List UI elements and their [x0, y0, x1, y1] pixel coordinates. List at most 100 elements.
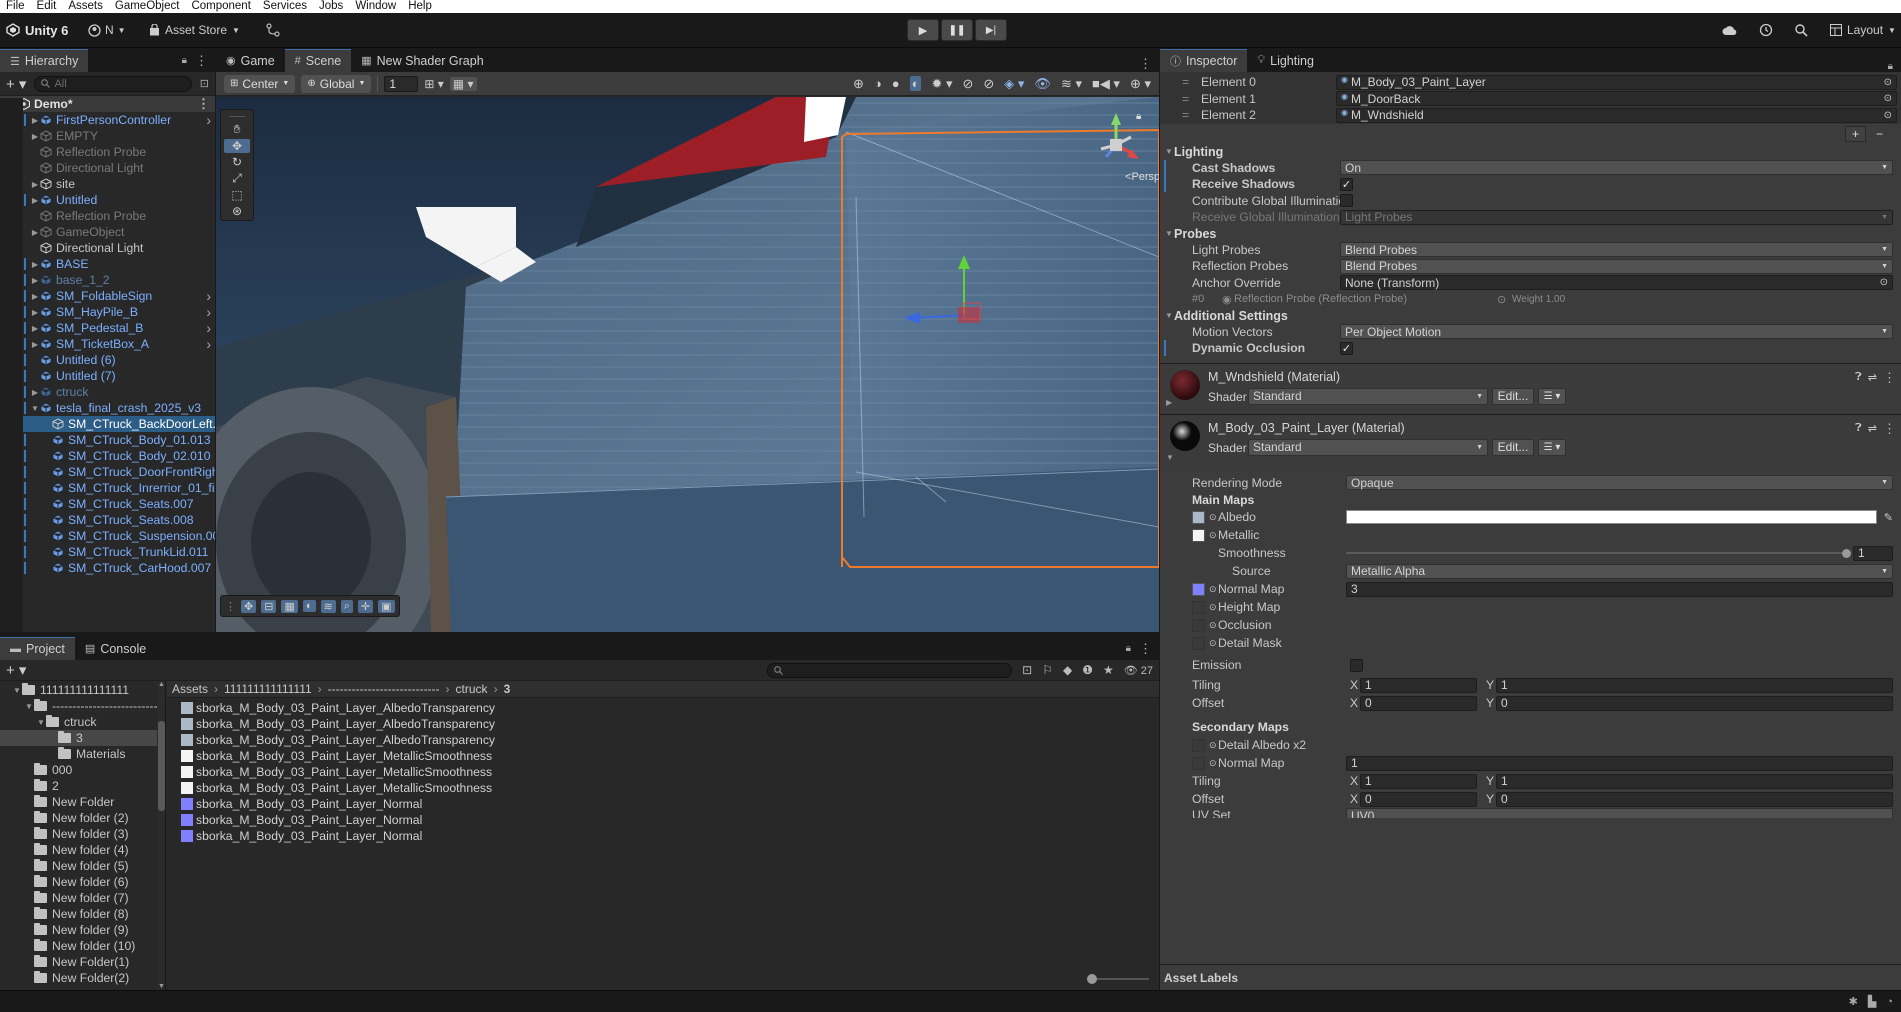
wireframe-icon[interactable]: ⊕ [853, 76, 864, 92]
object-picker-icon[interactable]: ⊙ [1880, 277, 1888, 288]
detail-albedo-texture-slot[interactable] [1192, 738, 1205, 752]
tab-hierarchy[interactable]: ☰ Hierarchy [0, 49, 89, 72]
chevron-right-icon[interactable]: ▶ [1166, 398, 1172, 407]
hierarchy-item[interactable]: SM_CTruck_Inrerrior_01_fixed [0, 480, 215, 496]
info-icon[interactable]: ❶ [1082, 663, 1093, 677]
normal-texture-slot[interactable] [1192, 582, 1205, 596]
debug-draw-icon[interactable]: ✹ ▾ [931, 76, 952, 92]
occlusion-texture-slot[interactable] [1192, 618, 1205, 632]
picker-dot-icon[interactable]: ⊙ [1209, 638, 1217, 649]
reflection-probes-dropdown[interactable]: Blend Probes ▼ [1340, 258, 1893, 274]
hierarchy-item[interactable]: SM_CTruck_BackDoorLeft.012 [0, 416, 215, 432]
asset-store-dropdown[interactable]: Asset Store ▼ [149, 19, 240, 41]
hidden-packages-icon[interactable]: 👁︎ 27 [1124, 664, 1153, 677]
albedo-color-field[interactable] [1346, 510, 1877, 524]
shader-dropdown[interactable]: Standard ▼ [1248, 438, 1488, 456]
hierarchy-item[interactable]: Directional Light [0, 160, 215, 176]
picker-dot-icon[interactable]: ⊙ [1209, 740, 1217, 751]
detail-normal-texture-slot[interactable] [1192, 756, 1205, 770]
add-icon[interactable]: + ▾ [6, 75, 26, 93]
open-prefab-icon[interactable]: › [206, 112, 211, 128]
tab-new-shader-graph[interactable]: ▦ New Shader Graph [351, 49, 493, 72]
tab-inspector[interactable]: ⓘ Inspector [1160, 49, 1248, 72]
hierarchy-item[interactable]: SM_CTruck_DoorFrontRight.01 [0, 464, 215, 480]
material-object-field[interactable]: ◉ M_DoorBack ⊙ [1336, 91, 1897, 107]
offset2-y-field[interactable]: 0 [1496, 791, 1893, 807]
shader-dropdown[interactable]: Standard ▼ [1248, 387, 1488, 405]
open-prefab-icon[interactable]: › [206, 304, 211, 320]
add-element-button[interactable]: + [1844, 125, 1866, 142]
emission-checkbox[interactable] [1350, 658, 1363, 672]
folder-tree-item[interactable]: New folder (3) [0, 826, 165, 842]
picker-dot-icon[interactable]: ⊙ [1209, 584, 1217, 595]
rotate-tool-icon[interactable]: ↻ [232, 155, 242, 169]
shaded-icon[interactable]: ● [892, 76, 900, 91]
filter-icon[interactable]: ⊡ [200, 77, 209, 90]
gizmos-icon[interactable]: ⊕ ▾ [1130, 76, 1151, 92]
detail-mask-texture-slot[interactable] [1192, 636, 1205, 650]
transform-tool-icon[interactable]: ⊛ [232, 204, 242, 218]
tab-game[interactable]: ◉ Game [216, 49, 285, 72]
height-texture-slot[interactable] [1192, 600, 1205, 614]
folder-tree-item[interactable]: New folder (10) [0, 938, 165, 954]
persp-label[interactable]: <Persp [1125, 171, 1159, 183]
drag-handle-icon[interactable]: = [1182, 108, 1189, 122]
folder-tree-item[interactable]: ▼ ctruck [0, 714, 165, 730]
help-icon[interactable]: ❓︎ [1855, 422, 1862, 435]
folder-tree-item[interactable]: Materials [0, 746, 165, 762]
search-by-label-icon[interactable]: ⚐ [1042, 663, 1053, 677]
material-object-field[interactable]: ◉ M_Wndshield ⊙ [1336, 107, 1897, 123]
layers-icon[interactable]: ≋ ▾ [1061, 76, 1082, 92]
tiling2-y-field[interactable]: 1 [1496, 773, 1893, 789]
hierarchy-item[interactable]: ▶ SM_HayPile_B › [0, 304, 215, 320]
hierarchy-item[interactable]: ▶ SM_FoldableSign › [0, 288, 215, 304]
light-probes-dropdown[interactable]: Blend Probes ▼ [1340, 242, 1893, 258]
chevron-right-icon[interactable]: ▶ [30, 340, 40, 349]
star-icon[interactable]: ★ [1103, 663, 1114, 677]
picker-dot-icon[interactable]: ⊙ [1209, 620, 1217, 631]
tiling-y-field[interactable]: 1 [1496, 677, 1893, 693]
cast-shadows-dropdown[interactable]: On ▼ [1340, 160, 1893, 176]
align-icon[interactable]: ⊟ [261, 599, 277, 613]
rendering-mode-dropdown[interactable]: Opaque ▼ [1346, 475, 1893, 490]
preset-icon[interactable]: ⇌ [1868, 422, 1877, 435]
folder-tree-item[interactable]: 3 [0, 730, 165, 746]
chevron-right-icon[interactable]: ▶ [30, 260, 40, 269]
picker-dot-icon[interactable]: ⊙ [1209, 602, 1217, 613]
asset-labels-bar[interactable]: Asset Labels [1160, 964, 1901, 990]
breadcrumb-item[interactable]: 3 [504, 682, 511, 696]
hierarchy-item[interactable]: SM_CTruck_Body_02.010 [0, 448, 215, 464]
scroll-up-icon[interactable]: ▲ [158, 681, 165, 688]
chevron-right-icon[interactable]: ▶ [30, 132, 40, 141]
preset-icon[interactable]: ⇌ [1868, 371, 1877, 384]
hierarchy-item[interactable]: ▶ SM_TicketBox_A › [0, 336, 215, 352]
folder-tree-item[interactable]: New folder (5) [0, 858, 165, 874]
object-picker-icon[interactable]: ⊙ [1884, 110, 1892, 121]
edit-shader-button[interactable]: Edit... [1492, 438, 1534, 456]
asset-item[interactable]: sborka_M_Body_03_Paint_Layer_MetallicSmo… [181, 764, 1159, 780]
smoothness-slider-handle[interactable] [1842, 548, 1851, 558]
folder-tree-item[interactable]: New folder (4) [0, 842, 165, 858]
material-object-field[interactable]: ◉ M_Body_03_Paint_Layer ⊙ [1336, 74, 1897, 90]
folder-tree-item[interactable]: New folder (2) [0, 810, 165, 826]
chevron-down-icon[interactable]: ▼ [24, 702, 34, 711]
scale-tool-icon[interactable]: ⤢ [232, 171, 242, 186]
picker-dot-icon[interactable]: ⊙ [1209, 530, 1217, 541]
folder-tree-item[interactable]: New folder (6) [0, 874, 165, 890]
offset2-x-field[interactable]: 0 [1360, 791, 1477, 807]
debug-icon[interactable]: ✱ [1849, 995, 1858, 1008]
hierarchy-item[interactable]: Untitled (7) [0, 368, 215, 384]
asset-item[interactable]: sborka_M_Body_03_Paint_Layer_Normal [181, 796, 1159, 812]
audio-toggle-icon[interactable]: ◈ ▾ [1004, 76, 1024, 92]
more-options-icon[interactable]: ⋮ [197, 96, 210, 112]
uv-set-dropdown[interactable]: UV0 [1346, 808, 1893, 818]
search-icon[interactable] [1795, 23, 1808, 37]
breadcrumb-item[interactable]: Assets [172, 682, 208, 696]
lock-icon[interactable]: 🔒︎ [1136, 111, 1141, 122]
hierarchy-item[interactable]: Untitled (6) [0, 352, 215, 368]
grid-snap-icon[interactable]: ⊞ ▾ [424, 77, 443, 91]
folder-tree-item[interactable]: 2 [0, 778, 165, 794]
dynamic-occlusion-checkbox[interactable]: ✓ [1340, 341, 1353, 355]
hierarchy-item[interactable]: Reflection Probe [0, 208, 215, 224]
hierarchy-item[interactable]: SM_CTruck_Body_01.013 [0, 432, 215, 448]
